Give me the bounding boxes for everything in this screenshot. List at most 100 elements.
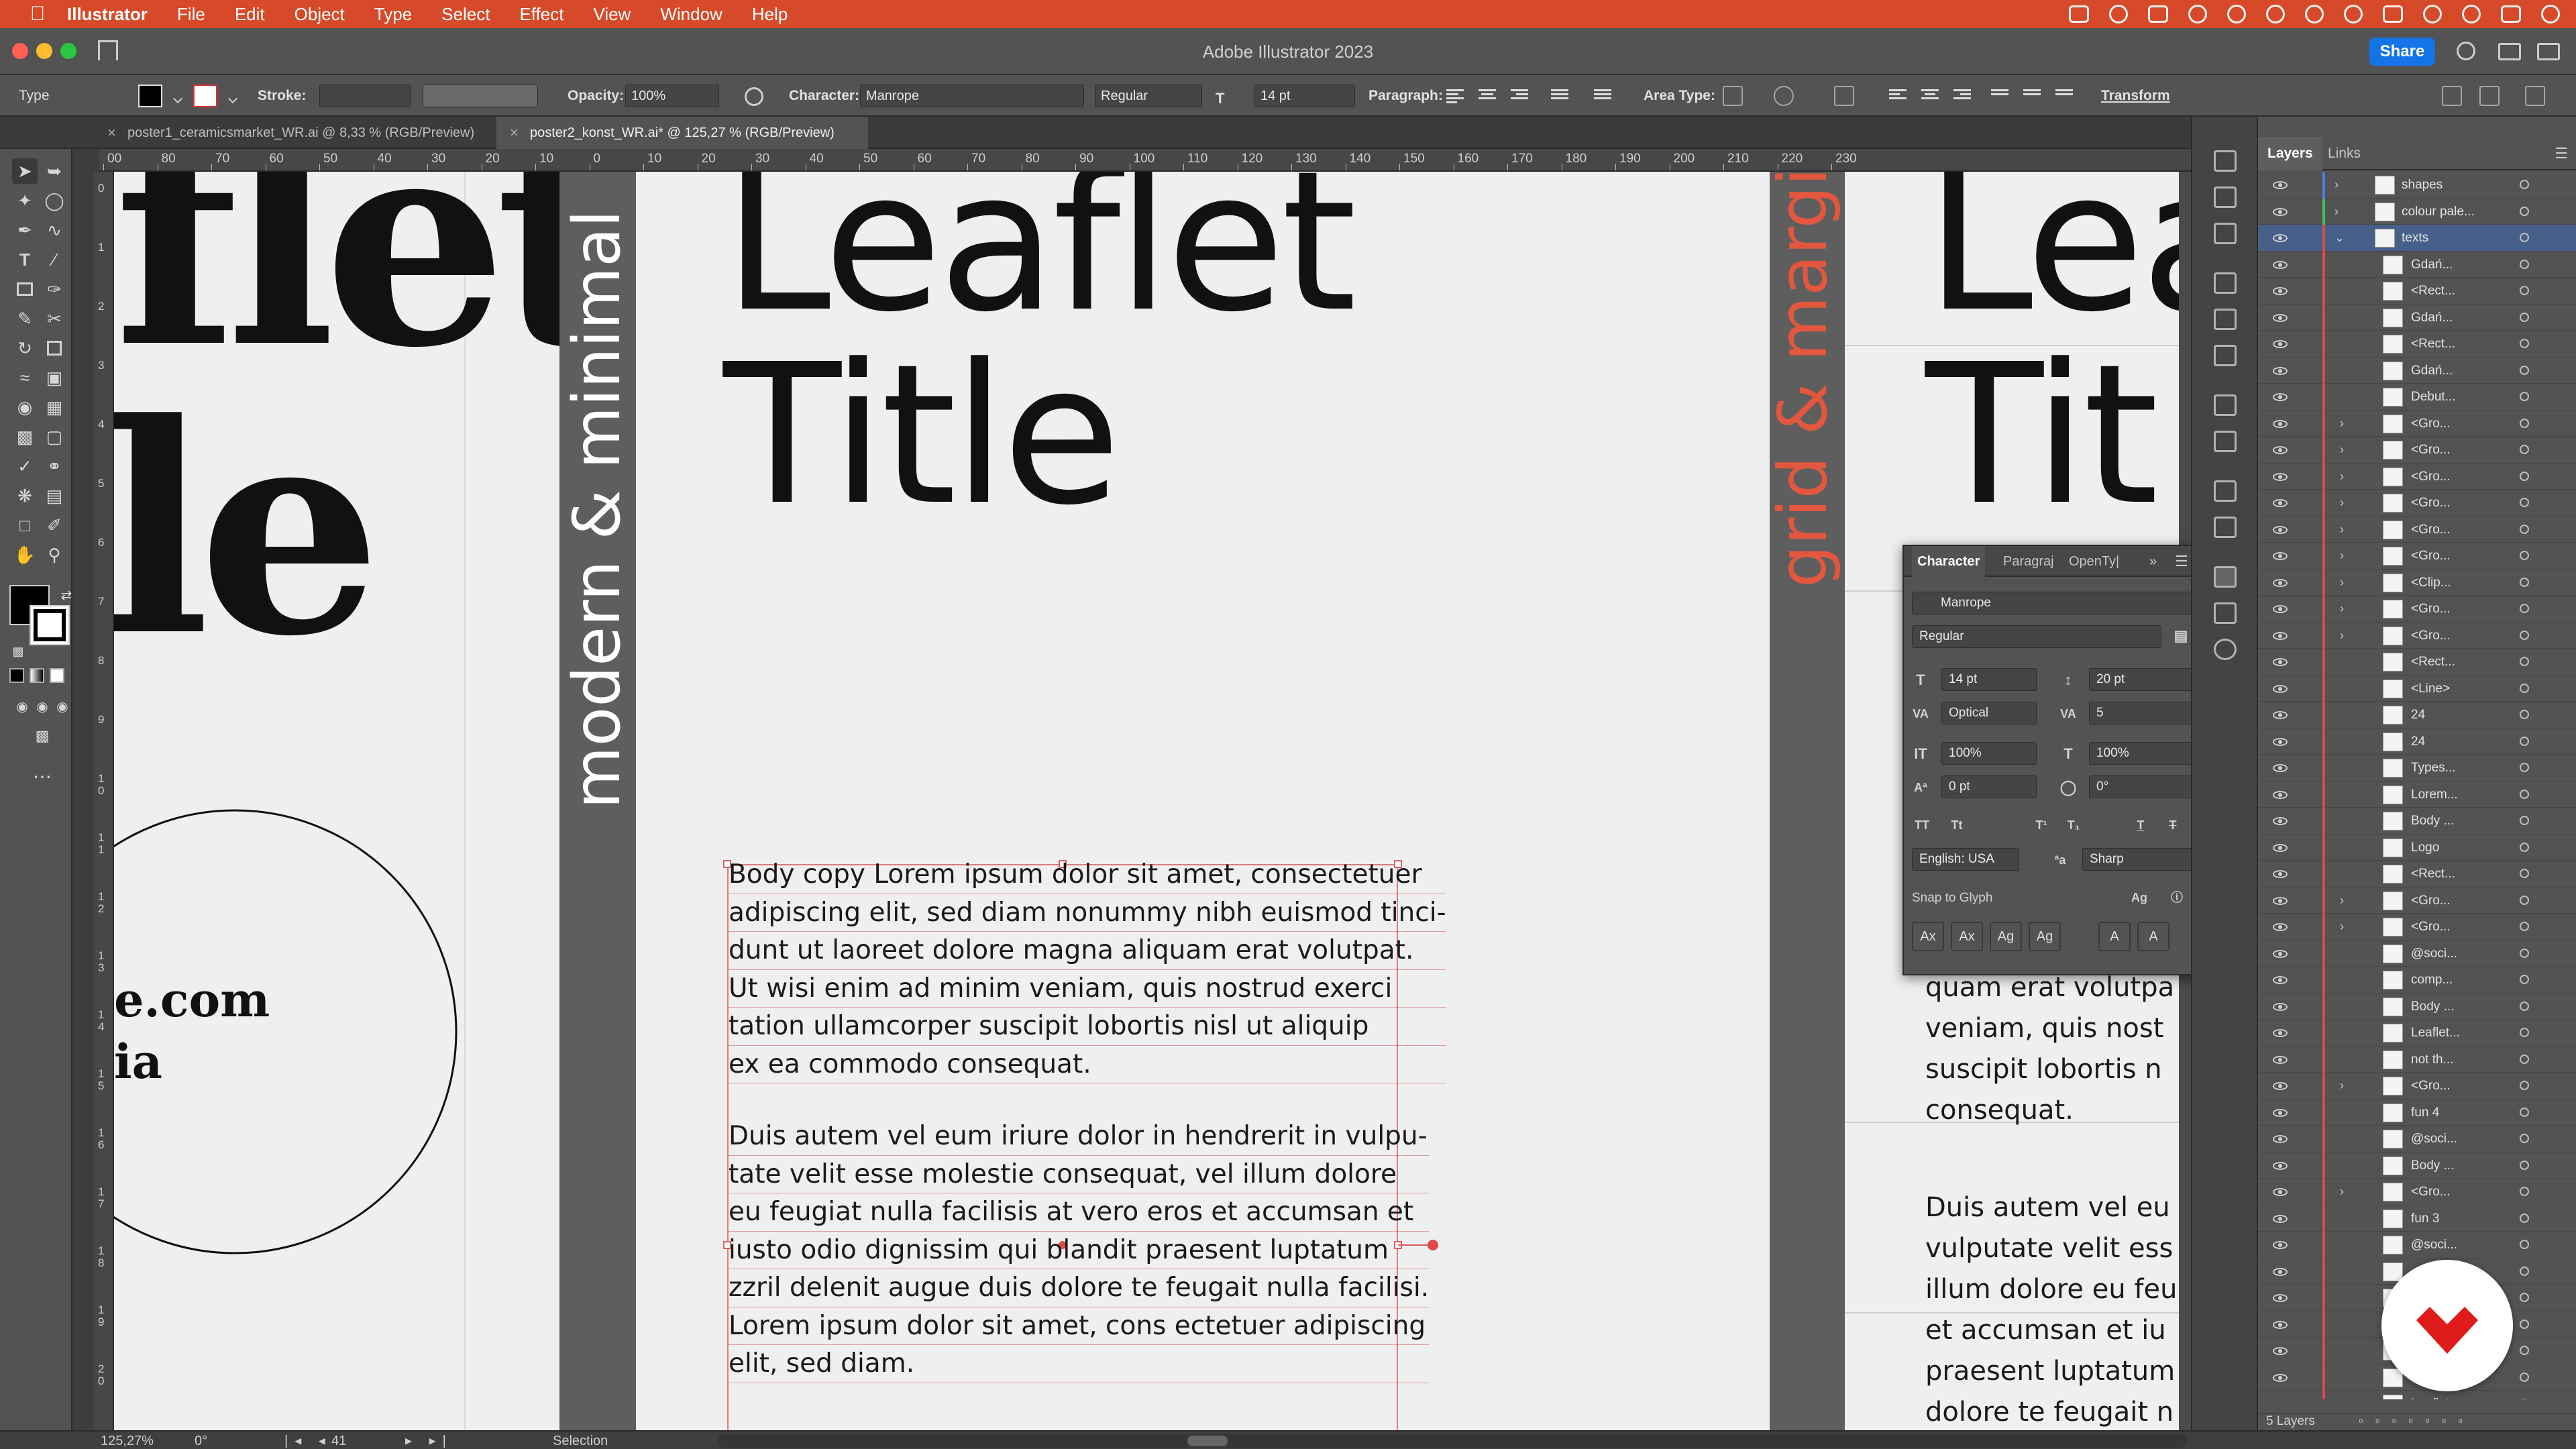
perspective-tool-icon[interactable]: ▦ [42, 394, 67, 420]
layer-row[interactable]: › <Gro... [2258, 463, 2576, 490]
chevron-right-icon[interactable]: › [2340, 543, 2344, 570]
layer-row[interactable]: Gdań... [2258, 251, 2576, 278]
layer-target-icon[interactable] [2520, 895, 2529, 905]
align-right-objects-icon[interactable] [1953, 87, 1971, 105]
recolor-icon[interactable] [745, 87, 763, 106]
visibility-eye-icon[interactable] [2273, 790, 2288, 799]
character-rotation-field[interactable]: 0° [2089, 775, 2195, 798]
gradient-mode-icon[interactable] [30, 668, 44, 683]
direct-selection-tool-icon[interactable]: ➥ [42, 158, 67, 184]
layer-row[interactable]: <Rect... [2258, 331, 2576, 358]
mesh-tool-icon[interactable]: ▩ [12, 424, 38, 449]
chevron-right-icon[interactable]: › [2340, 623, 2344, 649]
rotate-tool-icon[interactable]: ↻ [12, 335, 38, 361]
puppet-icon[interactable] [1774, 86, 1794, 106]
left-website[interactable]: e.com [114, 970, 270, 1030]
layer-target-icon[interactable] [2520, 948, 2529, 958]
layer-target-icon[interactable] [2520, 1001, 2529, 1011]
spotlight-icon[interactable] [2462, 5, 2481, 23]
layer-row[interactable]: @soci... [2258, 1126, 2576, 1152]
layer-row[interactable]: Gdań... [2258, 357, 2576, 384]
collapse-panel-icon[interactable]: » [2149, 554, 2157, 570]
visibility-eye-icon[interactable] [2273, 605, 2288, 613]
layer-row[interactable]: › <Gro... [2258, 437, 2576, 464]
chevron-right-icon[interactable]: › [2340, 464, 2344, 490]
layer-target-icon[interactable] [2520, 763, 2529, 772]
zoom-level[interactable]: 125,27% [101, 1432, 154, 1449]
stroke-swatch[interactable] [193, 85, 217, 107]
visibility-eye-icon[interactable] [2273, 1055, 2288, 1064]
visibility-eye-icon[interactable] [2273, 207, 2288, 216]
visibility-eye-icon[interactable] [2273, 393, 2288, 401]
layer-target-icon[interactable] [2520, 975, 2529, 984]
align-hcenter-objects-icon[interactable] [1921, 87, 1939, 105]
layer-row[interactable]: › <Gro... [2258, 516, 2576, 543]
rotation-value[interactable]: 0° [195, 1432, 207, 1449]
align-top-objects-icon[interactable] [1991, 87, 2008, 105]
left-social[interactable]: ia [114, 1032, 162, 1092]
screen-mirror-icon[interactable] [2069, 5, 2089, 23]
tab-links[interactable]: Links [2318, 137, 2370, 170]
visibility-eye-icon[interactable] [2273, 340, 2288, 348]
body-copy-paragraph-1[interactable]: Body copy Lorem ipsum dolor sit amet, co… [729, 856, 1446, 1083]
leaflet-title-line2[interactable]: Title [723, 338, 1121, 533]
snap-baseline-icon[interactable]: Ax [1912, 922, 1944, 951]
close-tab-icon[interactable]: × [510, 117, 519, 149]
align-left-icon[interactable] [1446, 87, 1464, 105]
shape-builder-tool-icon[interactable]: ◉ [12, 394, 38, 420]
vertical-text-modern-minimal[interactable]: modern & minimal [559, 210, 635, 809]
volume-icon[interactable] [2383, 5, 2403, 23]
control-center-icon[interactable] [2501, 5, 2521, 23]
chevron-right-icon[interactable]: › [2340, 1073, 2344, 1099]
artboard-number[interactable]: 41 [331, 1432, 346, 1449]
layer-target-icon[interactable] [2520, 259, 2529, 269]
layer-target-icon[interactable] [2520, 180, 2529, 189]
info-icon[interactable]: ⓘ [2167, 888, 2187, 907]
visibility-eye-icon[interactable] [2273, 631, 2288, 640]
layer-target-icon[interactable] [2520, 1134, 2529, 1143]
artboard-nav-first-icon[interactable]: |◂ ◂ [284, 1432, 332, 1449]
character-kerning-field[interactable]: Optical [1941, 702, 2037, 724]
stroke-panel-icon[interactable] [2214, 272, 2237, 294]
appearance-panel-icon[interactable] [2214, 394, 2237, 416]
layer-target-icon[interactable] [2520, 1346, 2529, 1355]
chevron-right-icon[interactable]: › [2340, 570, 2344, 596]
character-panel-icon[interactable] [2214, 566, 2237, 588]
language-field[interactable]: English: USA [1912, 848, 2019, 871]
blend-tool-icon[interactable]: ⚭ [42, 453, 67, 479]
area-type-options-icon[interactable] [1723, 86, 1743, 106]
thread-port-icon[interactable] [1428, 1240, 1438, 1250]
menu-file[interactable]: File [162, 0, 220, 28]
control-menu-icon[interactable] [2525, 86, 2545, 106]
layer-target-icon[interactable] [2520, 657, 2529, 666]
layer-target-icon[interactable] [2520, 445, 2529, 454]
scroll-thumb[interactable] [1187, 1436, 1228, 1446]
horizontal-scrollbar[interactable] [718, 1434, 2187, 1448]
layer-target-icon[interactable] [2520, 869, 2529, 878]
artboard-tool-icon[interactable]: □ [12, 513, 38, 538]
scissors-tool-icon[interactable]: ✂ [42, 306, 67, 331]
snap-options-icon[interactable]: Ag [2129, 888, 2149, 907]
layer-row[interactable]: Body ... [2258, 1152, 2576, 1179]
layer-row[interactable]: Debut... [2258, 384, 2576, 411]
fill-dropdown-chevron-icon[interactable] [169, 93, 183, 109]
visibility-eye-icon[interactable] [2273, 1320, 2288, 1329]
visibility-eye-icon[interactable] [2273, 525, 2288, 534]
visibility-eye-icon[interactable] [2273, 923, 2288, 931]
alert-icon[interactable] [2541, 5, 2560, 23]
snap-anchor-icon[interactable]: A [2137, 922, 2169, 951]
chevron-right-icon[interactable]: › [2340, 411, 2344, 437]
selection-tool-icon[interactable]: ➤ [12, 158, 38, 184]
chevron-right-icon[interactable]: › [2340, 1179, 2344, 1205]
character-font-field[interactable]: Manrope [1912, 592, 2195, 614]
fill-swatch[interactable] [138, 85, 162, 107]
layer-target-icon[interactable] [2520, 789, 2529, 799]
layer-row[interactable]: Lorem... [2258, 781, 2576, 808]
artboard-align-icon[interactable] [1834, 86, 1854, 106]
visibility-eye-icon[interactable] [2273, 499, 2288, 507]
menu-effect[interactable]: Effect [504, 0, 578, 28]
snap-glyph-bounds-icon[interactable]: Ag [1990, 922, 2022, 951]
screen-mode-icon[interactable]: ▩ [30, 723, 55, 749]
layer-row[interactable]: › <Gro... [2258, 596, 2576, 623]
right-body-paragraph-1[interactable]: quam erat volutpa veniam, quis nost susc… [1925, 967, 2174, 1131]
